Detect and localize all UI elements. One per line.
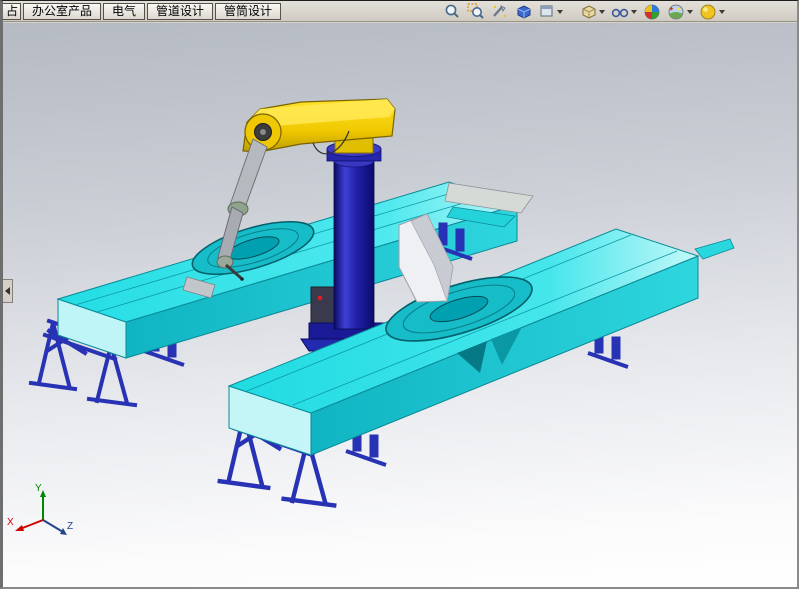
cad-window: 占 办公室产品 电气 管道设计 管筒设计 [0, 0, 799, 589]
wrist-joint[interactable] [217, 256, 233, 268]
command-tabs: 占 办公室产品 电气 管道设计 管筒设计 [3, 1, 282, 21]
panel-flyout-arrow[interactable] [3, 279, 13, 303]
tab-partial[interactable]: 占 [3, 3, 21, 20]
section-view-icon[interactable] [513, 2, 535, 21]
previous-view-icon[interactable] [489, 2, 511, 21]
triad-y-label: Y [35, 483, 42, 494]
orientation-triad[interactable]: Y X Z [7, 483, 73, 535]
triad-x-label: X [7, 517, 14, 528]
apply-scene-icon[interactable] [665, 2, 695, 21]
tab-tube-design[interactable]: 管筒设计 [215, 3, 281, 20]
zoom-to-area-icon[interactable] [465, 2, 487, 21]
zoom-to-fit-icon[interactable] [441, 2, 463, 21]
heads-up-view-toolbar [441, 2, 727, 21]
dropdown-arrow-icon [687, 10, 693, 14]
graphics-area[interactable]: Y X Z [3, 23, 797, 588]
3d-scene[interactable]: Y X Z [3, 23, 797, 588]
display-style-icon[interactable] [579, 2, 607, 21]
dropdown-arrow-icon [631, 10, 637, 14]
tab-office-products[interactable]: 办公室产品 [23, 3, 101, 20]
tab-electrical[interactable]: 电气 [103, 3, 145, 20]
axis-motor[interactable] [311, 287, 335, 323]
view-orientation-icon[interactable] [537, 2, 565, 21]
hide-show-items-icon[interactable] [609, 2, 639, 21]
dropdown-arrow-icon [599, 10, 605, 14]
tab-piping-design[interactable]: 管道设计 [147, 3, 213, 20]
dropdown-arrow-icon [719, 10, 725, 14]
triad-z-label: Z [67, 521, 73, 532]
command-tabs-toolbar: 占 办公室产品 电气 管道设计 管筒设计 [3, 1, 797, 22]
chevron-left-icon [5, 287, 10, 295]
view-settings-icon[interactable] [697, 2, 727, 21]
dropdown-arrow-icon [557, 10, 563, 14]
edit-appearance-icon[interactable] [641, 2, 663, 21]
